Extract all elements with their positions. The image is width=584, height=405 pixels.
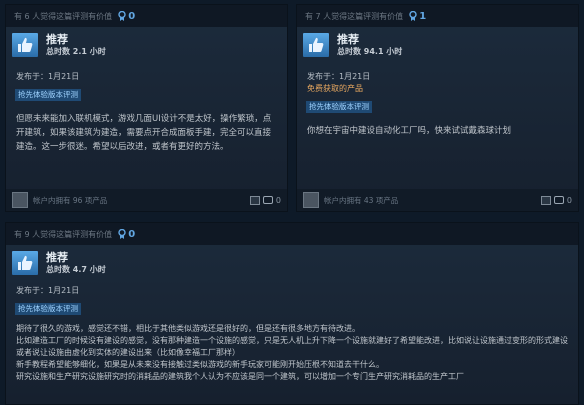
hours-played: 总时数 2.1 小时 (46, 47, 106, 56)
award-count: 0 (128, 10, 136, 22)
review-card-2: 有 7 人觉得这篇评测有价值 1 推荐 总时数 94.1 小时 发布于：1月21… (296, 4, 579, 212)
recommendation-header: 推荐 总时数 2.1 小时 (12, 33, 281, 57)
footer-actions: 0 (540, 195, 572, 205)
posted-date: 发布于：1月21日 (307, 72, 371, 81)
avatar[interactable] (12, 192, 28, 208)
early-access-badge: 抢先体验版本评测 (306, 101, 372, 113)
avatar[interactable] (303, 192, 319, 208)
review-paragraph-2: 比如建造工厂的时候没有建设的感觉，没有那种建造一个设施的感觉，只是无人机上升下降… (16, 336, 568, 357)
award-button[interactable]: 0 (118, 11, 135, 22)
recommendation-header: 推荐 总时数 94.1 小时 (303, 33, 572, 57)
recommendation-title: 推荐 (337, 33, 359, 46)
review-paragraph-1: 期待了很久的游戏，感觉还不错，相比于其他类似游戏还是很好的，但是还有很多地方有待… (16, 324, 360, 333)
thumbs-up-icon (12, 251, 38, 275)
footer-products: 帐户内拥有 43 项产品 (324, 195, 399, 205)
award-count: 1 (419, 10, 427, 22)
review-card-3: 有 9 人觉得这篇评测有价值 0 推荐 总时数 4.7 小时 发布于：1月21日… (5, 222, 579, 405)
review-card-1: 有 6 人觉得这篇评测有价值 0 推荐 总时数 2.1 小时 发布于：1月21日… (5, 4, 288, 212)
award-icon (118, 11, 126, 21)
review-text: 但愿未来能加入联机模式，游戏几面UI设计不是太好，操作繁琐，点开建筑，如果该建筑… (16, 114, 272, 152)
comment-count: 0 (275, 195, 281, 205)
review-paragraph-4: 研究设施和生产研究设施研究时的消耗品的建筑我个人认为不应该是同一个建筑，可以增加… (16, 372, 464, 381)
thumbs-up-icon (12, 33, 38, 57)
footer-actions: 0 (249, 195, 281, 205)
early-access-badge: 抢先体验版本评测 (15, 89, 81, 101)
recommendation-title: 推荐 (46, 251, 68, 264)
hours-played: 总时数 94.1 小时 (337, 47, 403, 56)
review-text: 你想在宇宙中建设自动化工厂吗，快来试试戴森球计划 (307, 126, 512, 136)
review-paragraph-3: 新手教程希望能够细化，如果是从未来没有接触过类似游戏的新手玩家可能刚开始压根不知… (16, 360, 384, 369)
review-text: 期待了很久的游戏，感觉还不错，相比于其他类似游戏还是很好的，但是还有很多地方有待… (16, 323, 568, 383)
helpful-count-text: 有 6 人觉得这篇评测有价值 (14, 11, 113, 21)
award-count: 0 (128, 228, 136, 240)
award-icon (409, 11, 417, 21)
award-button[interactable]: 0 (118, 229, 135, 240)
early-access-badge: 抢先体验版本评测 (15, 303, 81, 315)
helpful-count-text: 有 7 人觉得这篇评测有价值 (305, 11, 404, 21)
thumbs-up-icon (303, 33, 329, 57)
share-icon[interactable] (540, 195, 551, 205)
free-product-label: 免费获取的产品 (307, 84, 363, 93)
helpful-bar: 有 7 人觉得这篇评测有价值 1 (297, 5, 578, 27)
share-icon[interactable] (249, 195, 260, 205)
helpful-count-text: 有 9 人觉得这篇评测有价值 (14, 229, 113, 239)
review-footer: 帐户内拥有 96 项产品 0 (6, 189, 287, 211)
comment-count: 0 (566, 195, 572, 205)
award-button[interactable]: 1 (409, 11, 426, 22)
footer-products: 帐户内拥有 96 项产品 (33, 195, 108, 205)
helpful-bar: 有 6 人觉得这篇评测有价值 0 (6, 5, 287, 27)
helpful-bar: 有 9 人觉得这篇评测有价值 0 (6, 223, 578, 245)
hours-played: 总时数 4.7 小时 (46, 265, 106, 274)
posted-date: 发布于：1月21日 (16, 286, 80, 295)
comment-icon[interactable] (553, 196, 564, 204)
recommendation-title: 推荐 (46, 33, 68, 46)
review-footer: 帐户内拥有 43 项产品 0 (297, 189, 578, 211)
comment-icon[interactable] (262, 196, 273, 204)
award-icon (118, 229, 126, 239)
recommendation-header: 推荐 总时数 4.7 小时 (12, 251, 572, 275)
posted-date: 发布于：1月21日 (16, 72, 80, 81)
